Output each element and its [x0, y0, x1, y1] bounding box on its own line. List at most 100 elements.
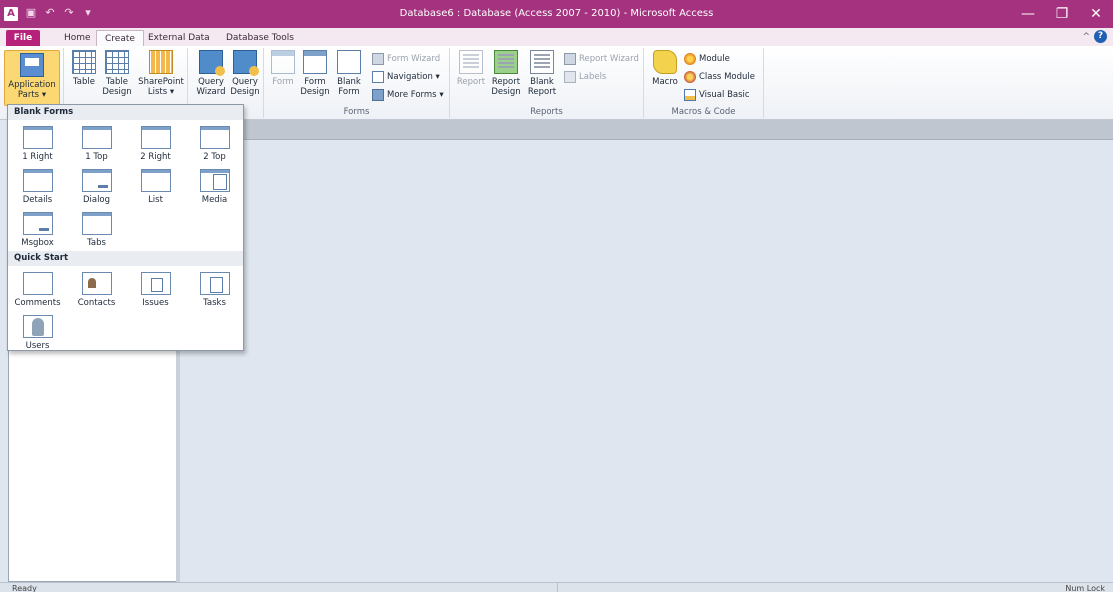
collapse-ribbon-icon[interactable]: ^	[1082, 32, 1090, 42]
minimize-button[interactable]: —	[1011, 0, 1045, 28]
blank-form-tabs[interactable]: Tabs	[67, 208, 126, 251]
labels-icon	[564, 71, 576, 83]
quick-start-issues[interactable]: Issues	[126, 268, 185, 311]
blank-form-msgbox[interactable]: Msgbox	[8, 208, 67, 251]
document-tab-strip	[180, 120, 1113, 140]
module-icon	[684, 53, 696, 65]
form-design-icon	[303, 50, 327, 74]
tab-external-data[interactable]: External Data	[140, 30, 218, 46]
form-details-icon	[22, 169, 53, 192]
tab-database-tools[interactable]: Database Tools	[218, 30, 302, 46]
window-title: Database6 : Database (Access 2007 - 2010…	[399, 8, 714, 19]
quick-start-gallery: Comments Contacts Issues Tasks Users	[8, 266, 243, 354]
application-parts-icon	[20, 53, 44, 77]
blank-form-list[interactable]: List	[126, 165, 185, 208]
blank-forms-header: Blank Forms	[8, 105, 243, 120]
blank-form-button[interactable]: Blank Form	[334, 50, 364, 97]
application-parts-menu: Blank Forms 1 Right 1 Top 2 Right 2 Top …	[7, 104, 244, 351]
title-bar: A ▣ ↶ ↷ ▾ Database6 : Database (Access 2…	[0, 0, 1113, 28]
blank-report-icon	[530, 50, 554, 74]
class-module-button[interactable]: Class Module	[684, 71, 755, 83]
comments-icon	[22, 272, 53, 295]
blank-form-media[interactable]: Media	[185, 165, 244, 208]
form-wizard-button[interactable]: Form Wizard	[372, 53, 440, 65]
num-lock-indicator: Num Lock	[1065, 584, 1105, 592]
tab-home[interactable]: Home	[56, 30, 99, 46]
report-button[interactable]: Report	[456, 50, 486, 87]
blank-form-dialog[interactable]: Dialog	[67, 165, 126, 208]
form-list-icon	[140, 169, 171, 192]
navigation-icon	[372, 71, 384, 83]
form-design-button[interactable]: Form Design	[300, 50, 330, 97]
tasks-icon	[199, 272, 230, 295]
sharepoint-lists-button[interactable]: SharePoint Lists ▾	[136, 50, 186, 97]
contacts-icon	[81, 272, 112, 295]
blank-form-1-top[interactable]: 1 Top	[67, 122, 126, 165]
sharepoint-lists-icon	[149, 50, 173, 74]
quick-start-users[interactable]: Users	[8, 311, 67, 354]
report-wizard-button[interactable]: Report Wizard	[564, 53, 639, 65]
form-icon	[271, 50, 295, 74]
blank-form-icon	[337, 50, 361, 74]
report-icon	[459, 50, 483, 74]
form-wizard-icon	[372, 53, 384, 65]
visual-basic-button[interactable]: Visual Basic	[684, 89, 750, 101]
form-media-icon	[199, 169, 230, 192]
query-design-button[interactable]: Query Design	[228, 50, 262, 97]
report-wizard-icon	[564, 53, 576, 65]
navigation-button[interactable]: Navigation ▾	[372, 71, 440, 83]
table-design-icon	[105, 50, 129, 74]
forms-group: Form Form Design Blank Form Form Wizard …	[264, 48, 450, 118]
form-msgbox-icon	[22, 212, 53, 235]
status-bar: Ready Num Lock	[0, 582, 1113, 592]
quick-start-tasks[interactable]: Tasks	[185, 268, 244, 311]
form-2-top-icon	[199, 126, 230, 149]
form-button[interactable]: Form	[270, 50, 296, 87]
module-button[interactable]: Module	[684, 53, 730, 65]
macros-code-group: Macro Module Class Module Visual Basic M…	[644, 48, 764, 118]
blank-forms-gallery: 1 Right 1 Top 2 Right 2 Top Details Dial…	[8, 120, 243, 251]
blank-form-2-right[interactable]: 2 Right	[126, 122, 185, 165]
form-1-top-icon	[81, 126, 112, 149]
blank-report-button[interactable]: Blank Report	[526, 50, 558, 97]
close-button[interactable]: ✕	[1079, 0, 1113, 28]
query-wizard-button[interactable]: Query Wizard	[194, 50, 228, 97]
document-area	[180, 120, 1113, 582]
report-design-button[interactable]: Report Design	[490, 50, 522, 97]
macro-icon	[653, 50, 677, 74]
query-wizard-icon	[199, 50, 225, 76]
help-icon[interactable]: ?	[1094, 30, 1107, 43]
table-icon	[72, 50, 96, 74]
tab-create[interactable]: Create	[96, 30, 144, 46]
forms-group-label: Forms	[343, 107, 370, 117]
form-2-right-icon	[140, 126, 171, 149]
reports-group: Report Report Design Blank Report Report…	[450, 48, 644, 118]
tab-file[interactable]: File	[6, 30, 40, 46]
form-tabs-icon	[81, 212, 112, 235]
help-area: ^ ?	[1082, 30, 1107, 43]
application-parts-button[interactable]: Application Parts ▾	[4, 50, 60, 106]
more-forms-icon	[372, 89, 384, 101]
visual-basic-icon	[684, 89, 696, 101]
window-controls: — ❐ ✕	[1011, 0, 1113, 28]
macros-code-group-label: Macros & Code	[671, 107, 736, 117]
more-forms-button[interactable]: More Forms ▾	[372, 89, 444, 101]
ribbon-tabs: File Home Create External Data Database …	[0, 28, 1113, 46]
table-design-button[interactable]: Table Design	[102, 50, 132, 97]
quick-start-comments[interactable]: Comments	[8, 268, 67, 311]
issues-icon	[140, 272, 171, 295]
blank-form-details[interactable]: Details	[8, 165, 67, 208]
macro-button[interactable]: Macro	[650, 50, 680, 87]
blank-form-1-right[interactable]: 1 Right	[8, 122, 67, 165]
form-1-right-icon	[22, 126, 53, 149]
class-module-icon	[684, 71, 696, 83]
status-separator	[557, 583, 558, 592]
form-dialog-icon	[81, 169, 112, 192]
table-button[interactable]: Table	[70, 50, 98, 87]
blank-form-2-top[interactable]: 2 Top	[185, 122, 244, 165]
reports-group-label: Reports	[530, 107, 563, 117]
labels-button[interactable]: Labels	[564, 71, 606, 83]
quick-start-contacts[interactable]: Contacts	[67, 268, 126, 311]
report-design-icon	[494, 50, 518, 74]
restore-button[interactable]: ❐	[1045, 0, 1079, 28]
